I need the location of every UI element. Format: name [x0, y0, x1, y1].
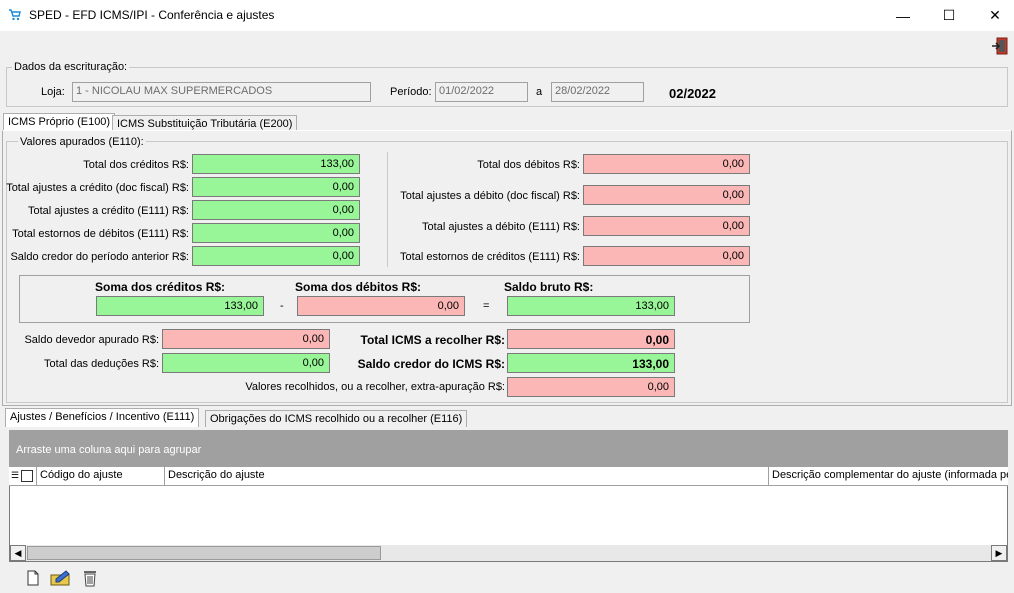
ajustes-credito-e111-field[interactable]: 0,00	[192, 200, 360, 220]
ajustes-debito-doc-label: Total ajustes a débito (doc fiscal) R$:	[400, 190, 580, 202]
equals-sign: =	[483, 300, 490, 312]
maximize-icon: ☐	[942, 7, 956, 23]
total-creditos-label: Total dos créditos R$:	[83, 159, 189, 171]
deducoes-field[interactable]: 0,00	[162, 353, 330, 373]
icms-recolher-field[interactable]: 0,00	[507, 329, 675, 349]
tab-ajustes-e111[interactable]: Ajustes / Benefícios / Incentivo (E111)	[5, 408, 200, 427]
col-descricao-complementar[interactable]: Descrição complementar do ajuste (inform…	[769, 467, 1008, 485]
scroll-right-icon[interactable]: ▶	[991, 545, 1007, 561]
periodo-label: Período:	[390, 86, 432, 98]
window-title: SPED - EFD ICMS/IPI - Conferência e ajus…	[29, 8, 275, 22]
total-creditos-field[interactable]: 133,00	[192, 154, 360, 174]
maximize-button[interactable]: ☐	[926, 0, 972, 31]
col-descricao-ajuste[interactable]: Descrição do ajuste	[165, 467, 769, 485]
delete-icon[interactable]	[82, 569, 98, 587]
estornos-creditos-field[interactable]: 0,00	[583, 246, 750, 266]
loja-field[interactable]: 1 - NICOLAU MAX SUPERMERCADOS	[72, 82, 371, 102]
ajustes-debito-e111-label: Total ajustes a débito (E111) R$:	[422, 221, 580, 233]
estornos-debitos-label: Total estornos de débitos (E111) R$:	[12, 228, 189, 240]
ajustes-credito-doc-label: Total ajustes a crédito (doc fiscal) R$:	[6, 182, 189, 194]
total-debitos-label: Total dos débitos R$:	[477, 159, 580, 171]
minus-sign: -	[280, 300, 284, 312]
saldo-bruto-field[interactable]: 133,00	[507, 296, 675, 316]
grid-header-row: ☰ Código do ajuste Descrição do ajuste D…	[9, 467, 1008, 486]
saldo-credor-label: Saldo credor do ICMS R$:	[357, 357, 505, 371]
competencia-label: 02/2022	[669, 86, 716, 101]
saldo-credor-anterior-field[interactable]: 0,00	[192, 246, 360, 266]
ajustes-debito-e111-field[interactable]: 0,00	[583, 216, 750, 236]
soma-debitos-label: Soma dos débitos R$:	[295, 280, 422, 294]
tab-obrigacoes-e116[interactable]: Obrigações do ICMS recolhido ou a recolh…	[205, 410, 468, 427]
loja-label: Loja:	[41, 86, 65, 98]
minimize-button[interactable]: —	[880, 0, 926, 31]
ajustes-debito-doc-field[interactable]: 0,00	[583, 185, 750, 205]
apuracao-group-title: Valores apurados (E110):	[18, 136, 146, 148]
saldo-devedor-field[interactable]: 0,00	[162, 329, 330, 349]
escrituracao-group-title: Dados da escrituração:	[12, 61, 130, 73]
scroll-left-icon[interactable]: ◀	[10, 545, 26, 561]
exit-door-icon[interactable]	[990, 36, 1010, 56]
saldo-credor-field[interactable]: 133,00	[507, 353, 675, 373]
list-icon: ☰	[11, 470, 20, 480]
close-button[interactable]: ✕	[972, 0, 1014, 31]
title-bar: SPED - EFD ICMS/IPI - Conferência e ajus…	[0, 0, 1014, 31]
deducoes-label: Total das deduções R$:	[44, 358, 159, 370]
icms-recolher-label: Total ICMS a recolher R$:	[360, 333, 505, 347]
horizontal-scrollbar[interactable]: ◀ ▶	[10, 545, 1007, 561]
saldo-credor-anterior-label: Saldo credor do período anterior R$:	[10, 251, 189, 263]
scroll-thumb[interactable]	[27, 546, 381, 560]
group-panel[interactable]: Arraste uma coluna aqui para agrupar	[9, 430, 1008, 467]
ajustes-credito-doc-field[interactable]: 0,00	[192, 177, 360, 197]
estornos-creditos-label: Total estornos de créditos (E111) R$:	[400, 251, 580, 263]
extra-apuracao-field[interactable]: 0,00	[507, 377, 675, 397]
periodo-inicio-field[interactable]: 01/02/2022	[435, 82, 528, 102]
new-document-icon[interactable]	[26, 570, 40, 586]
total-debitos-field[interactable]: 0,00	[583, 154, 750, 174]
minimize-icon: —	[896, 7, 910, 24]
periodo-fim-field[interactable]: 28/02/2022	[551, 82, 644, 102]
extra-apuracao-label: Valores recolhidos, ou a recolher, extra…	[245, 381, 505, 393]
soma-creditos-label: Soma dos créditos R$:	[95, 280, 226, 294]
tab-icms-st[interactable]: ICMS Substituição Tributária (E200)	[112, 115, 298, 131]
select-all-checkbox[interactable]	[21, 470, 33, 482]
tab-icms-proprio[interactable]: ICMS Próprio (E100)	[3, 113, 116, 130]
col-codigo-ajuste[interactable]: Código do ajuste	[37, 467, 165, 485]
edit-icon[interactable]	[50, 569, 72, 587]
ajustes-credito-e111-label: Total ajustes a crédito (E111) R$:	[27, 205, 189, 217]
cart-icon	[9, 9, 21, 21]
periodo-a-label: a	[536, 86, 543, 98]
estornos-debitos-field[interactable]: 0,00	[192, 223, 360, 243]
soma-creditos-field[interactable]: 133,00	[96, 296, 264, 316]
saldo-bruto-label: Saldo bruto R$:	[504, 280, 594, 294]
saldo-devedor-label: Saldo devedor apurado R$:	[24, 334, 159, 346]
grid-indicator: ☰	[9, 467, 37, 485]
soma-debitos-field[interactable]: 0,00	[297, 296, 465, 316]
close-icon: ✕	[989, 7, 1001, 23]
group-panel-hint: Arraste uma coluna aqui para agrupar	[16, 444, 202, 456]
